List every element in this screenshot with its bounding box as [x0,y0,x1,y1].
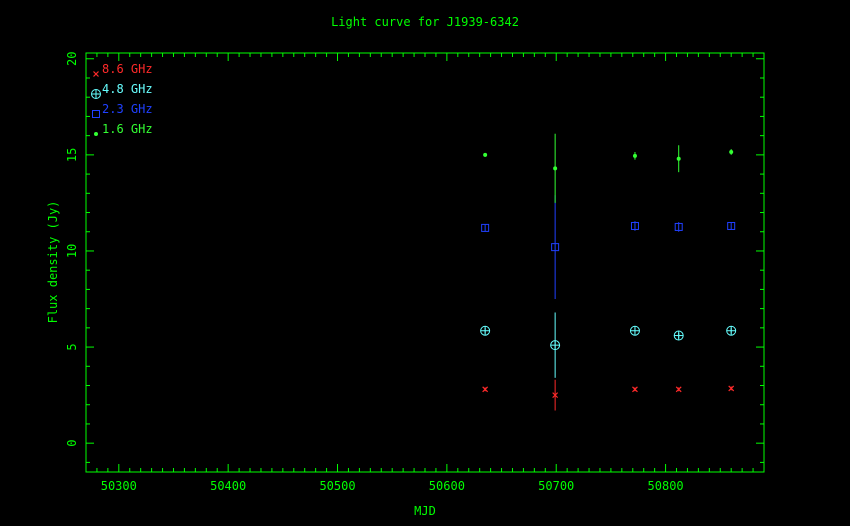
legend-label: 1.6 GHz [102,122,153,136]
data-point [729,149,734,154]
legend-label: 2.3 GHz [102,102,153,116]
x-tick-label: 50700 [538,479,574,493]
y-tick-label: 15 [65,148,79,162]
x-tick-label: 50600 [429,479,465,493]
x-tick-label: 50800 [648,479,684,493]
series-2 [481,195,736,300]
y-tick-label: 0 [65,440,79,447]
y-axis-label: Flux density (Jy) [46,201,60,324]
y-tick-label: 5 [65,343,79,350]
light-curve-chart: Light curve for J1939-6342 50300 50400 505… [46,15,765,518]
series-1 [480,312,737,378]
y-tick-label: 10 [65,244,79,258]
x-tick-label: 50400 [210,479,246,493]
data-marks [480,133,737,411]
y-tick-label: 20 [65,52,79,66]
data-point [632,153,637,158]
axis-ticks: 50300 50400 50500 50600 50700 50800 0 5 10 15 20 [65,52,765,493]
legend: 8.6 GHz 4.8 GHz 2.3 GHz 1.6 GHz [91,62,153,136]
legend-marker [94,132,98,136]
x-axis-label: MJD [414,504,436,518]
series-3 [483,133,734,203]
legend-label: 4.8 GHz [102,82,153,96]
data-point [483,152,488,157]
chart-title: Light curve for J1939-6342 [331,15,519,29]
x-tick-label: 50500 [319,479,355,493]
data-point [676,156,681,161]
legend-marker [92,110,100,118]
legend-label: 8.6 GHz [102,62,153,76]
series-0 [482,379,735,411]
data-point [553,166,558,171]
plot-frame [85,52,765,473]
x-tick-label: 50300 [101,479,137,493]
